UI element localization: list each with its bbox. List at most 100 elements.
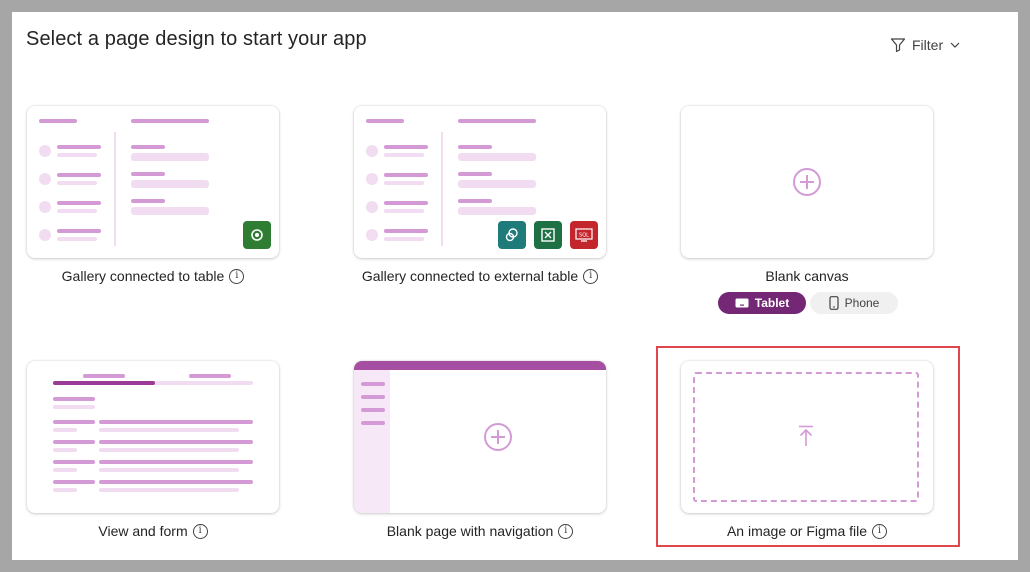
upload-arrow-icon [799, 425, 813, 446]
filter-label: Filter [912, 37, 944, 53]
excel-icon [534, 221, 562, 249]
sketch-line [57, 153, 97, 157]
sketch-line [384, 153, 424, 157]
card-caption: Blank page with navigation i [354, 521, 606, 541]
caption-text: View and form [98, 523, 188, 539]
sketch-line [131, 119, 209, 123]
sketch-line [57, 201, 101, 205]
filter-icon [890, 38, 906, 53]
sketch-field [131, 153, 209, 161]
sketch-nav-item [361, 382, 385, 386]
card-caption: View and form i [27, 521, 279, 541]
card-blank-page-with-navigation[interactable] [354, 361, 606, 513]
sketch-line [99, 420, 253, 424]
phone-option[interactable]: Phone [810, 292, 898, 314]
sketch-line [53, 460, 95, 464]
sketch-avatar [39, 229, 51, 241]
sketch-avatar [366, 201, 378, 213]
sketch-avatar [366, 229, 378, 241]
sketch-line [458, 172, 492, 176]
sketch-line [384, 181, 424, 185]
sketch-line [99, 480, 253, 484]
sketch-line [384, 209, 424, 213]
info-icon[interactable]: i [229, 268, 245, 284]
sketch-line [53, 420, 95, 424]
sketch-field [458, 180, 536, 188]
sketch-avatar [39, 173, 51, 185]
card-caption: Blank canvas [681, 266, 933, 286]
sketch-field [131, 207, 209, 215]
sketch-line [384, 229, 428, 233]
sketch-line [384, 201, 428, 205]
sketch-top-bar [354, 361, 606, 370]
sketch-tab [83, 374, 125, 378]
sketch-line [99, 460, 253, 464]
tablet-icon [735, 298, 749, 308]
sketch-field [458, 153, 536, 161]
sketch-line [131, 172, 165, 176]
info-icon[interactable]: i [872, 523, 888, 539]
dataverse-icon [243, 221, 271, 249]
sketch-line [131, 145, 165, 149]
sketch-line [384, 145, 428, 149]
sketch-nav-item [361, 408, 385, 412]
sketch-field [458, 207, 536, 215]
sketch-avatar [39, 145, 51, 157]
tablet-option[interactable]: Tablet [718, 292, 806, 314]
card-gallery-connected-to-table[interactable] [27, 106, 279, 258]
sql-icon: SQL [570, 221, 598, 249]
sketch-line [53, 405, 95, 409]
svg-text:SQL: SQL [579, 233, 589, 239]
sketch-line [57, 173, 101, 177]
sketch-line [53, 488, 77, 492]
sketch-line [99, 428, 239, 432]
sketch-line [53, 448, 77, 452]
sketch-line [57, 181, 97, 185]
sketch-field [131, 180, 209, 188]
sketch-line [57, 237, 97, 241]
sketch-line [458, 145, 492, 149]
sketch-nav-item [361, 421, 385, 425]
sketch-line [53, 440, 95, 444]
sharepoint-icon [498, 221, 526, 249]
plus-circle-icon [793, 168, 821, 196]
card-caption: An image or Figma file i [681, 521, 933, 541]
card-image-or-figma-file[interactable] [681, 361, 933, 513]
sketch-side-nav [354, 370, 390, 513]
card-gallery-connected-to-external-table[interactable]: SQL [354, 106, 606, 258]
tablet-label: Tablet [754, 296, 790, 310]
sketch-line [384, 173, 428, 177]
sketch-avatar [366, 145, 378, 157]
sketch-line [131, 199, 165, 203]
plus-circle-icon [484, 423, 512, 451]
sketch-line [53, 480, 95, 484]
info-icon[interactable]: i [192, 523, 208, 539]
sketch-divider [114, 132, 116, 246]
sketch-line [384, 237, 424, 241]
filter-button[interactable]: Filter [890, 34, 961, 56]
card-view-and-form[interactable] [27, 361, 279, 513]
page-title: Select a page design to start your app [26, 28, 367, 50]
sketch-line [458, 199, 492, 203]
card-caption: Gallery connected to external table i [354, 266, 606, 286]
caption-text: Blank canvas [765, 268, 849, 284]
info-icon[interactable]: i [583, 268, 599, 284]
layout-toggle: Tablet Phone [718, 292, 898, 314]
card-caption: Gallery connected to table i [27, 266, 279, 286]
page-design-panel: Select a page design to start your app F… [12, 12, 1018, 560]
sketch-line [57, 209, 97, 213]
info-icon[interactable]: i [558, 523, 574, 539]
sketch-line [53, 468, 77, 472]
sketch-line [53, 428, 77, 432]
caption-text: Gallery connected to external table [361, 268, 579, 284]
sketch-line [99, 448, 239, 452]
sketch-avatar [366, 173, 378, 185]
sketch-header [366, 119, 404, 123]
card-blank-canvas[interactable] [681, 106, 933, 258]
sketch-divider [441, 132, 443, 246]
sketch-line [99, 440, 253, 444]
sketch-line [99, 468, 239, 472]
sketch-line [53, 397, 95, 401]
phone-label: Phone [844, 296, 880, 310]
sketch-line [57, 229, 101, 233]
